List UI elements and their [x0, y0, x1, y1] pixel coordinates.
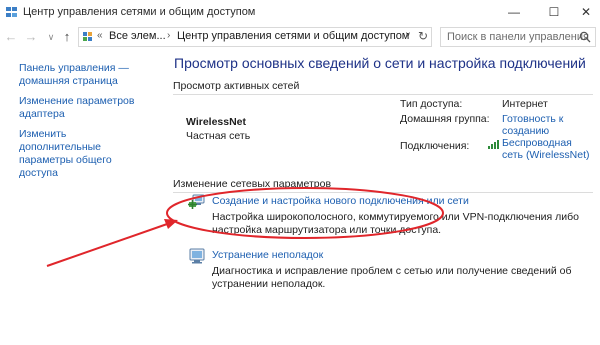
maximize-button[interactable]: ☐: [534, 0, 574, 24]
active-networks-header: Просмотр активных сетей: [173, 80, 300, 92]
sidebar-item-adapter-settings[interactable]: Изменение параметров адаптера: [19, 95, 149, 121]
control-panel-icon: [83, 32, 92, 41]
breadcrumb-all-items[interactable]: Все элем...: [109, 30, 166, 42]
page-title: Просмотр основных сведений о сети и наст…: [174, 55, 586, 71]
sidebar: Панель управления — домашняя страница Из…: [19, 62, 149, 187]
wireless-connection-link[interactable]: Беспроводная сеть (WirelessNet): [502, 137, 594, 161]
wifi-signal-icon: [488, 140, 499, 149]
breadcrumb-network-center[interactable]: Центр управления сетями и общим доступом: [177, 30, 409, 42]
minimize-button[interactable]: —: [494, 0, 534, 24]
divider: [173, 94, 593, 95]
sidebar-item-home[interactable]: Панель управления — домашняя страница: [19, 62, 149, 88]
search-input[interactable]: Поиск в панели управления: [447, 31, 589, 43]
homegroup-link[interactable]: Готовность к созданию: [502, 113, 594, 137]
address-overflow[interactable]: «: [97, 30, 103, 41]
setup-new-connection-description: Настройка широкополосного, коммутируемог…: [212, 211, 579, 236]
close-button[interactable]: ✕: [572, 0, 600, 24]
troubleshoot-link[interactable]: Устранение неполадок: [212, 249, 323, 261]
chevron-right-icon: ›: [167, 30, 171, 41]
search-icon[interactable]: [579, 31, 591, 43]
sidebar-item-sharing-settings[interactable]: Изменить дополнительные параметры общего…: [19, 128, 149, 180]
title-bar: Центр управления сетями и общим доступом…: [0, 0, 600, 26]
troubleshoot-icon: [189, 248, 205, 264]
refresh-button[interactable]: ↻: [418, 29, 428, 43]
new-connection-icon: [188, 194, 205, 209]
search-box[interactable]: Поиск в панели управления: [440, 27, 596, 47]
troubleshoot-description: Диагностика и исправление проблем с сеть…: [212, 265, 572, 290]
divider: [173, 192, 593, 193]
annotation-arrow-line: [46, 222, 171, 267]
network-center-icon: [6, 7, 17, 17]
address-dropdown-button[interactable]: ∨: [405, 30, 411, 39]
address-bar[interactable]: « Все элем... › Центр управления сетями …: [78, 27, 432, 47]
connections-label: Подключения:: [400, 140, 470, 152]
forward-button[interactable]: →: [24, 29, 38, 45]
annotation-arrow-head: [164, 219, 178, 229]
back-button[interactable]: ←: [4, 29, 18, 45]
change-settings-header: Изменение сетевых параметров: [173, 178, 332, 190]
access-type-label: Тип доступа:: [400, 98, 463, 110]
network-type: Частная сеть: [186, 130, 251, 142]
homegroup-label: Домашняя группа:: [400, 113, 490, 125]
window-title: Центр управления сетями и общим доступом: [23, 6, 256, 18]
up-button[interactable]: ↑: [60, 29, 74, 45]
access-type-value: Интернет: [502, 98, 548, 110]
setup-new-connection-link[interactable]: Создание и настройка нового подключения …: [212, 195, 469, 207]
network-name: WirelessNet: [186, 116, 247, 128]
navigation-bar: ← → ∨ ↑ « Все элем... › Центр управления…: [0, 26, 600, 48]
recent-locations-button[interactable]: ∨: [44, 29, 58, 45]
